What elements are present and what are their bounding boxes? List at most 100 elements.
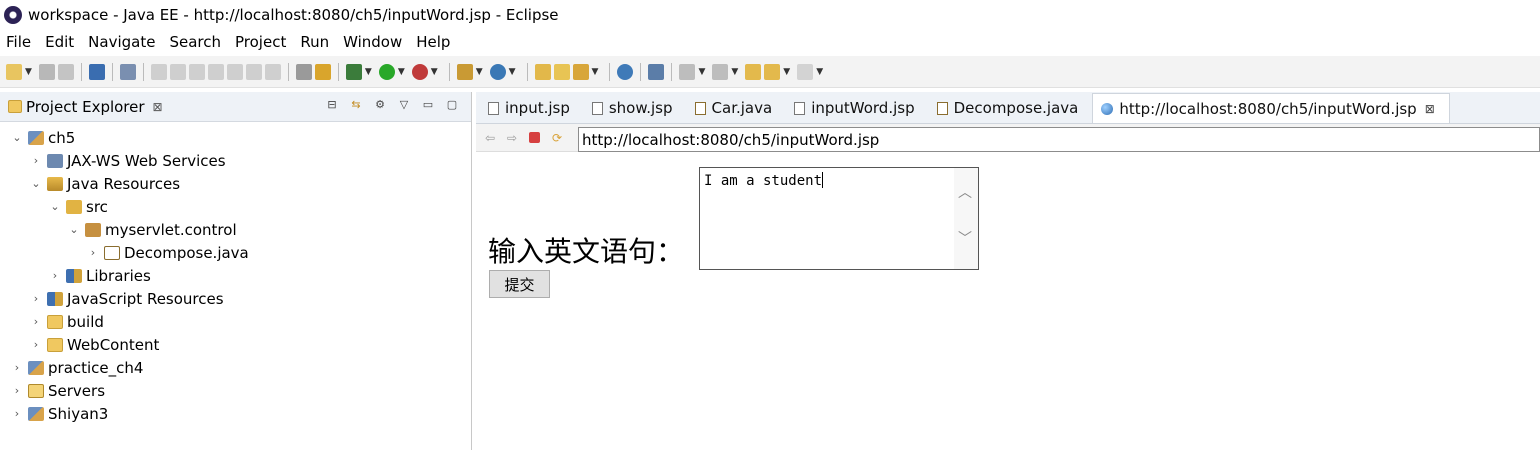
- tab-car-java[interactable]: Car.java: [687, 93, 787, 123]
- menu-edit[interactable]: Edit: [45, 33, 74, 51]
- tab-show-jsp[interactable]: show.jsp: [584, 93, 687, 123]
- close-icon[interactable]: ⊠: [153, 100, 163, 114]
- maximize-icon[interactable]: ▢: [445, 98, 459, 112]
- collapsed-chevron-icon[interactable]: ›: [29, 292, 43, 305]
- step-return-icon[interactable]: [264, 63, 281, 80]
- filter-icon[interactable]: ⚙: [373, 98, 387, 112]
- stop-icon[interactable]: [529, 132, 540, 143]
- menu-project[interactable]: Project: [235, 33, 286, 51]
- close-icon[interactable]: ⊠: [1425, 102, 1435, 116]
- expanded-chevron-icon[interactable]: ⌄: [48, 200, 62, 213]
- tree-item-java-resources[interactable]: ⌄ Java Resources: [0, 172, 471, 195]
- expanded-chevron-icon[interactable]: ⌄: [10, 131, 24, 144]
- search-icon[interactable]: [572, 63, 589, 80]
- menu-help[interactable]: Help: [416, 33, 450, 51]
- tree-item-src[interactable]: ⌄ src: [0, 195, 471, 218]
- back-icon[interactable]: [764, 63, 781, 80]
- refresh-icon[interactable]: ⟳: [549, 130, 565, 146]
- forward-dropdown-icon[interactable]: ▼: [816, 67, 823, 77]
- disconnect-icon[interactable]: [207, 63, 224, 80]
- submit-button[interactable]: 提交: [489, 270, 550, 298]
- menu-run[interactable]: Run: [300, 33, 329, 51]
- new-java-project-icon[interactable]: [456, 63, 473, 80]
- expanded-chevron-icon[interactable]: ⌄: [29, 177, 43, 190]
- tab-input-jsp[interactable]: input.jsp: [480, 93, 584, 123]
- open-task-icon[interactable]: [553, 63, 570, 80]
- textarea-scrollbar[interactable]: ︿ ﹀: [954, 168, 978, 269]
- url-input[interactable]: [578, 127, 1540, 152]
- back-dropdown-icon[interactable]: ▼: [783, 67, 790, 77]
- servers-view-icon[interactable]: [295, 63, 312, 80]
- run-dropdown-icon[interactable]: ▼: [398, 67, 405, 77]
- tree-item-servers[interactable]: › Servers: [0, 379, 471, 402]
- tree-item-myservlet-control[interactable]: ⌄ myservlet.control: [0, 218, 471, 241]
- open-web-browser-icon[interactable]: [617, 63, 634, 80]
- expanded-chevron-icon[interactable]: ⌄: [67, 223, 81, 236]
- open-type-icon[interactable]: [534, 63, 551, 80]
- skip-breakpoints-icon[interactable]: [119, 63, 136, 80]
- collapsed-chevron-icon[interactable]: ›: [10, 407, 24, 420]
- save-all-icon[interactable]: [57, 63, 74, 80]
- tab-decompose-java[interactable]: Decompose.java: [929, 93, 1093, 123]
- collapsed-chevron-icon[interactable]: ›: [29, 154, 43, 167]
- run-on-server-icon[interactable]: [314, 63, 331, 80]
- new-icon[interactable]: [6, 63, 22, 80]
- tree-item-webcontent[interactable]: › WebContent: [0, 333, 471, 356]
- collapse-all-icon[interactable]: ⊟: [325, 98, 339, 112]
- menu-bar: File Edit Navigate Search Project Run Wi…: [0, 30, 1540, 54]
- new-class-dropdown-icon[interactable]: ▼: [509, 67, 516, 77]
- menu-file[interactable]: File: [6, 33, 31, 51]
- search-dropdown-icon[interactable]: ▼: [592, 67, 599, 77]
- terminate-icon[interactable]: [188, 63, 205, 80]
- resume-icon[interactable]: [150, 63, 167, 80]
- tree-item-practice-ch4[interactable]: › practice_ch4: [0, 356, 471, 379]
- save-icon[interactable]: [38, 63, 55, 80]
- link-with-editor-icon[interactable]: ⇆: [349, 98, 363, 112]
- step-over-icon[interactable]: [245, 63, 262, 80]
- tree-item-libraries[interactable]: › Libraries: [0, 264, 471, 287]
- collapsed-chevron-icon[interactable]: ›: [29, 338, 43, 351]
- menu-search[interactable]: Search: [169, 33, 221, 51]
- forward-arrow-icon[interactable]: ⇨: [504, 130, 520, 146]
- debug-icon[interactable]: [345, 63, 362, 80]
- external-tools-icon[interactable]: [411, 63, 428, 80]
- run-icon[interactable]: [378, 63, 395, 80]
- next-annotation-icon[interactable]: [679, 63, 696, 80]
- collapsed-chevron-icon[interactable]: ›: [86, 246, 100, 259]
- tree-item-shiyan3[interactable]: › Shiyan3: [0, 402, 471, 425]
- tab-inputword-jsp[interactable]: inputWord.jsp: [786, 93, 928, 123]
- annotation-icon[interactable]: [648, 63, 665, 80]
- new-java-project-dropdown-icon[interactable]: ▼: [476, 67, 483, 77]
- menu-window[interactable]: Window: [343, 33, 402, 51]
- forward-icon[interactable]: [797, 63, 814, 80]
- step-into-icon[interactable]: [226, 63, 243, 80]
- tree-item-jax-ws[interactable]: › JAX-WS Web Services: [0, 149, 471, 172]
- tree-item-ch5[interactable]: ⌄ ch5: [0, 126, 471, 149]
- sentence-textarea[interactable]: I am a student: [699, 167, 979, 270]
- collapsed-chevron-icon[interactable]: ›: [29, 315, 43, 328]
- scroll-down-icon[interactable]: ﹀: [958, 228, 972, 248]
- terminal-icon[interactable]: [88, 63, 105, 80]
- view-menu-icon[interactable]: ▽: [397, 98, 411, 112]
- tree-item-build[interactable]: › build: [0, 310, 471, 333]
- tree-item-javascript-resources[interactable]: › JavaScript Resources: [0, 287, 471, 310]
- collapsed-chevron-icon[interactable]: ›: [48, 269, 62, 282]
- back-arrow-icon[interactable]: ⇦: [482, 130, 498, 146]
- new-dropdown-icon[interactable]: ▼: [25, 67, 32, 77]
- menu-navigate[interactable]: Navigate: [88, 33, 155, 51]
- new-class-icon[interactable]: [489, 63, 506, 80]
- last-edit-icon[interactable]: [745, 63, 762, 80]
- tab-project-explorer[interactable]: Project Explorer ⊠: [8, 98, 163, 116]
- tree-item-decompose-java[interactable]: › Decompose.java: [0, 241, 471, 264]
- collapsed-chevron-icon[interactable]: ›: [10, 384, 24, 397]
- minimize-icon[interactable]: ▭: [421, 98, 435, 112]
- previous-annotation-dropdown-icon[interactable]: ▼: [731, 67, 738, 77]
- collapsed-chevron-icon[interactable]: ›: [10, 361, 24, 374]
- tab-browser[interactable]: http://localhost:8080/ch5/inputWord.jsp …: [1092, 93, 1450, 123]
- scroll-up-icon[interactable]: ︿: [958, 182, 972, 202]
- previous-annotation-icon[interactable]: [712, 63, 729, 80]
- debug-dropdown-icon[interactable]: ▼: [365, 67, 372, 77]
- next-annotation-dropdown-icon[interactable]: ▼: [698, 67, 705, 77]
- suspend-icon[interactable]: [169, 63, 186, 80]
- external-tools-dropdown-icon[interactable]: ▼: [431, 67, 438, 77]
